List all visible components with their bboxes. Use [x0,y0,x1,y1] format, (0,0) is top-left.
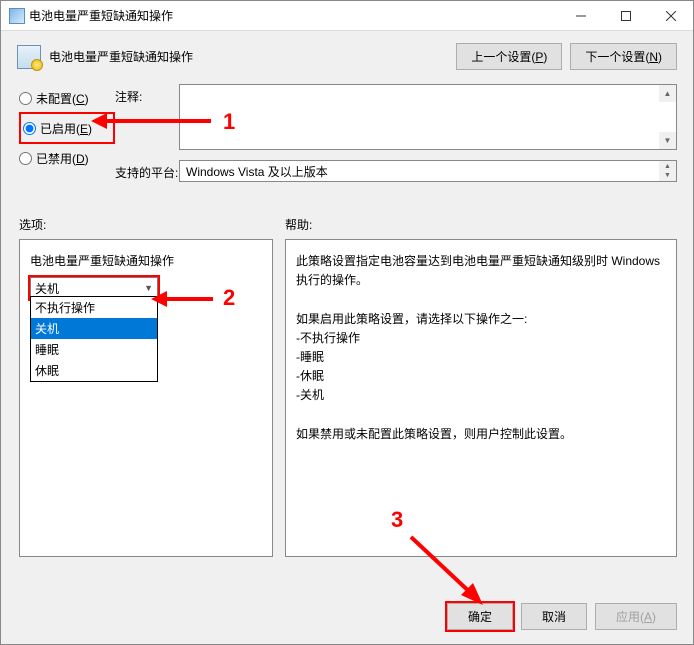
apply-button[interactable]: 应用(A) [595,603,677,630]
option-no-action[interactable]: 不执行操作 [31,297,157,318]
options-header: 选项: [19,216,285,233]
options-panel: 电池电量严重短缺通知操作 关机 ▼ 不执行操作 关机 睡眠 休眠 [19,239,273,557]
help-l3: -休眠 [296,367,666,386]
minimize-button[interactable] [558,1,603,31]
help-l4: -关机 [296,386,666,405]
help-l1: -不执行操作 [296,329,666,348]
option-shutdown[interactable]: 关机 [31,318,157,339]
supported-platform-field: Windows Vista 及以上版本 ▲ ▼ [179,160,677,182]
options-title: 电池电量严重短缺通知操作 [30,252,262,269]
fields-column: 注释: ▲ ▼ 支持的平台: Windows Vista 及以上版本 ▲ ▼ [115,84,677,192]
chevron-down-icon: ▼ [144,283,153,293]
action-selected: 关机 [35,280,59,297]
radio-not-configured-input[interactable] [19,92,32,105]
panel-headers: 选项: 帮助: [1,192,693,235]
title-bar: 电池电量严重短缺通知操作 [1,1,693,31]
config-area: 未配置(C) 已启用(E) 已禁用(D) 注释: ▲ ▼ 支持的平台: Wind… [1,80,693,192]
help-p2: 如果启用此策略设置，请选择以下操作之一: [296,310,666,329]
platform-scroll-down-icon[interactable]: ▼ [659,170,676,181]
option-sleep[interactable]: 睡眠 [31,339,157,360]
header: 电池电量严重短缺通知操作 上一个设置(P) 下一个设置(N) [1,31,693,80]
help-l2: -睡眠 [296,348,666,367]
annotation-highlight-1: 已启用(E) [19,112,115,144]
next-setting-button[interactable]: 下一个设置(N) [570,43,677,70]
help-panel: 此策略设置指定电池容量达到电池电量严重短缺通知级别时 Windows 执行的操作… [285,239,677,557]
radio-enabled[interactable]: 已启用(E) [23,114,111,142]
help-p1: 此策略设置指定电池容量达到电池电量严重短缺通知级别时 Windows 执行的操作… [296,252,666,290]
header-title: 电池电量严重短缺通知操作 [49,48,448,65]
action-dropdown-list[interactable]: 不执行操作 关机 睡眠 休眠 [30,296,158,382]
window-title: 电池电量严重短缺通知操作 [25,7,558,24]
comment-textarea[interactable]: ▲ ▼ [179,84,677,150]
maximize-button[interactable] [603,1,648,31]
help-p3: 如果禁用或未配置此策略设置，则用户控制此设置。 [296,425,666,444]
previous-setting-button[interactable]: 上一个设置(P) [456,43,562,70]
radio-not-configured[interactable]: 未配置(C) [19,84,115,112]
option-hibernate[interactable]: 休眠 [31,360,157,381]
state-radio-group: 未配置(C) 已启用(E) 已禁用(D) [19,84,115,192]
comment-label: 注释: [115,84,179,150]
platform-value: Windows Vista 及以上版本 [186,165,328,179]
panels: 电池电量严重短缺通知操作 关机 ▼ 不执行操作 关机 睡眠 休眠 此策略设置指定… [1,235,693,557]
close-button[interactable] [648,1,693,31]
dialog-buttons: 确定 取消 应用(A) [1,591,693,644]
cancel-button[interactable]: 取消 [521,603,587,630]
comment-scroll-up-icon[interactable]: ▲ [659,85,676,102]
ok-button[interactable]: 确定 [447,603,513,630]
window-controls [558,1,693,30]
radio-enabled-input[interactable] [23,122,36,135]
radio-disabled[interactable]: 已禁用(D) [19,144,115,172]
comment-scroll-down-icon[interactable]: ▼ [659,132,676,149]
help-header: 帮助: [285,216,312,233]
policy-icon [17,45,41,69]
app-icon [9,8,25,24]
radio-disabled-input[interactable] [19,152,32,165]
platform-label: 支持的平台: [115,160,179,182]
